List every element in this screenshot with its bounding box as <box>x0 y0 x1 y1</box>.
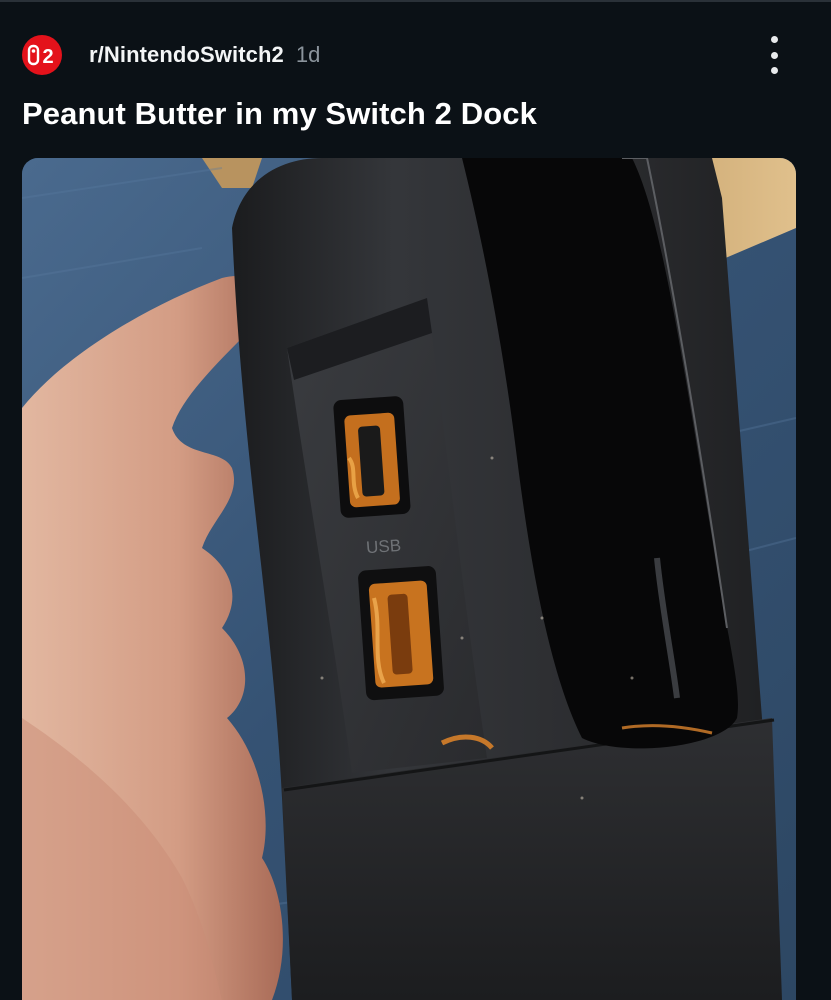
post-age: 1d <box>295 42 321 67</box>
post-title[interactable]: Peanut Butter in my Switch 2 Dock <box>22 96 537 132</box>
usb-port-label: USB <box>366 536 402 557</box>
nintendo-switch-2-logo-icon: 2 <box>27 44 54 68</box>
subreddit-name[interactable]: r/NintendoSwitch2 <box>89 42 284 68</box>
post-image[interactable]: USB <box>22 158 796 1000</box>
avatar-text: 2 <box>42 46 53 68</box>
more-options-button[interactable] <box>762 36 786 74</box>
more-vertical-icon <box>770 36 778 43</box>
post-header: 2 r/NintendoSwitch2 1d <box>22 34 812 76</box>
dock-photo: USB <box>22 158 796 1000</box>
top-divider <box>0 0 831 2</box>
community-avatar[interactable]: 2 <box>22 35 62 75</box>
